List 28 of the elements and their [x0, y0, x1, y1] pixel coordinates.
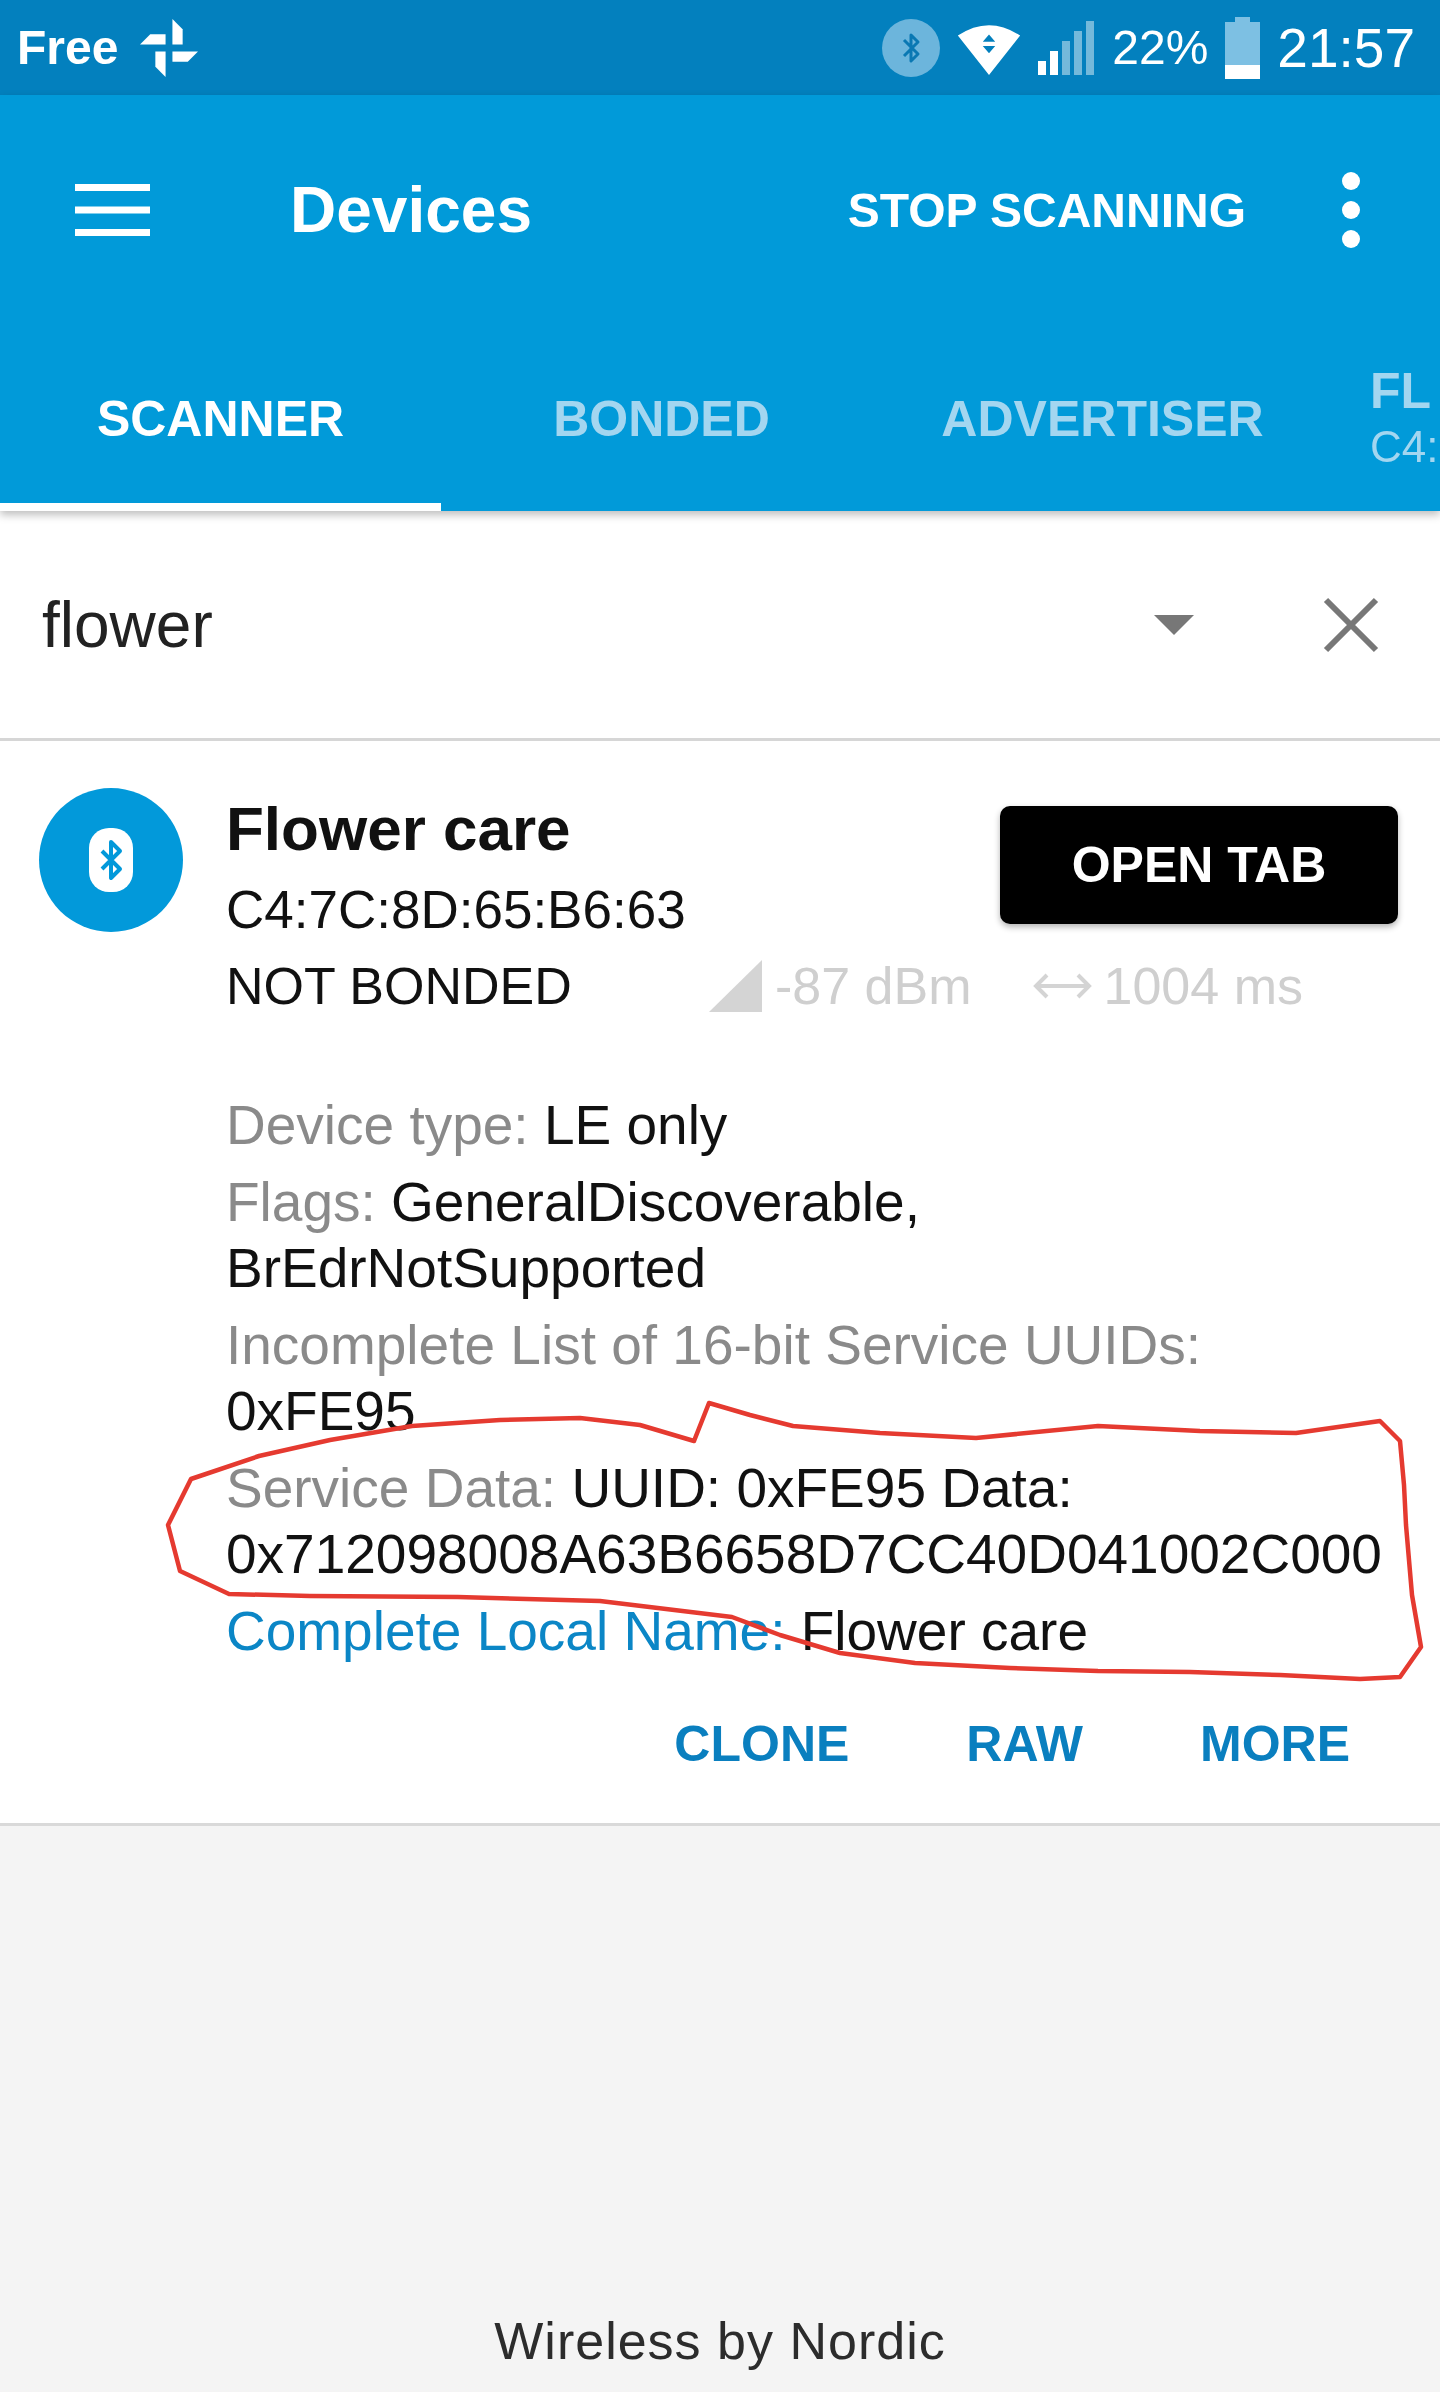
footer-brand: Wireless by Nordic — [494, 2311, 946, 2371]
advertising-detail: Service Data: UUID: 0xFE95 Data: 0x712098008A63B6658D7CC40D041002C000 — [226, 1456, 1383, 1587]
menu-icon[interactable] — [75, 184, 150, 236]
filter-field[interactable]: flower — [0, 511, 1440, 741]
screen-title: Devices — [290, 173, 532, 247]
card-action-button[interactable]: RAW — [918, 1694, 1131, 1794]
card-action-button[interactable]: MORE — [1152, 1694, 1398, 1794]
clock: 21:57 — [1277, 15, 1415, 80]
bluetooth-icon — [39, 788, 183, 932]
double-arrow-icon — [1032, 971, 1092, 1001]
battery-icon — [1225, 16, 1261, 79]
open-tab-button[interactable]: OPEN TAB — [1000, 806, 1398, 924]
more-options-icon[interactable] — [1341, 172, 1361, 248]
signal-strength-icon — [709, 960, 762, 1012]
stop-scanning-button[interactable]: STOP SCANNING — [827, 162, 1266, 258]
battery-percent: 22% — [1112, 20, 1209, 75]
card-action-button[interactable]: CLONE — [626, 1694, 898, 1794]
advertising-detail: Complete Local Name: Flower care — [226, 1599, 1090, 1664]
advertising-detail: Flags: GeneralDiscoverable, BrEdrNotSupported — [226, 1170, 921, 1301]
pinwheel-icon — [140, 18, 199, 77]
device-name: Flower care — [226, 793, 571, 865]
bluetooth-status-icon — [882, 18, 941, 77]
signal-bars-icon — [1038, 20, 1096, 75]
device-address: C4:7C:8D:65:B6:63 — [226, 879, 686, 941]
advertising-detail: Device type: LE only — [226, 1093, 729, 1158]
carrier-name: Free — [17, 20, 119, 75]
advertising-detail: Incomplete List of 16-bit Service UUIDs: 0xFE95 — [226, 1313, 1203, 1444]
bond-state: NOT BONDED — [226, 956, 573, 1017]
